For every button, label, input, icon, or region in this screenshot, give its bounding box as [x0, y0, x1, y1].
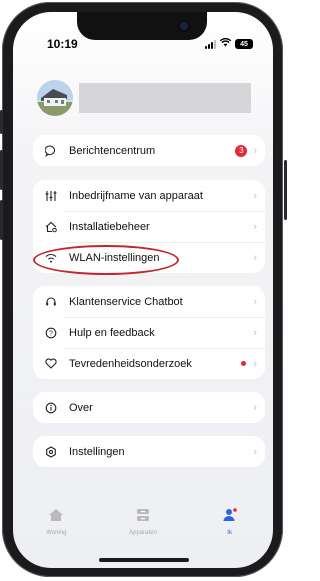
home-indicator — [99, 558, 189, 562]
menu-item-inbedrijfname[interactable]: Inbedrijfname van apparaat › — [33, 180, 265, 211]
tab-woning[interactable]: Woning — [21, 508, 91, 568]
chevron-right-icon: › — [253, 144, 257, 157]
menu-item-label: Over — [69, 401, 93, 414]
menu-item-label: Klantenservice Chatbot — [69, 295, 183, 308]
chevron-right-icon: › — [253, 251, 257, 264]
menu-item-instellingen[interactable]: Instellingen › — [33, 436, 265, 467]
status-icons: 45 — [205, 37, 253, 50]
chevron-right-icon: › — [253, 295, 257, 308]
chevron-right-icon: › — [253, 326, 257, 339]
tab-ik[interactable]: Ik — [195, 508, 265, 568]
person-icon — [222, 508, 238, 527]
tab-label: Woning — [46, 530, 67, 536]
tab-label: Apparaten — [129, 530, 157, 536]
app-screen: 10:19 45 Berichtencentrum 3 › Inbedrijfn… — [13, 12, 273, 568]
chevron-right-icon: › — [253, 401, 257, 414]
help-circle-icon: ? — [43, 325, 59, 341]
chevron-right-icon: › — [253, 357, 257, 370]
menu-item-label: WLAN-instellingen — [69, 251, 160, 264]
menu-item-tevredenheidsonderzoek[interactable]: Tevredenheidsonderzoek › — [33, 348, 265, 379]
info-icon — [43, 400, 59, 416]
chat-bubble-icon — [43, 143, 59, 159]
chevron-right-icon: › — [253, 189, 257, 202]
wifi-status-icon — [219, 37, 232, 50]
signal-icon — [205, 39, 216, 49]
menu-item-label: Installatiebeheer — [69, 220, 150, 233]
chevron-right-icon: › — [253, 445, 257, 458]
menu-item-label: Inbedrijfname van apparaat — [69, 189, 203, 202]
card-about: Over › — [33, 392, 265, 423]
menu-item-label: Hulp en feedback — [69, 326, 155, 339]
menu-item-installatiebeheer[interactable]: Installatiebeheer › — [33, 211, 265, 242]
notch — [77, 12, 207, 40]
wifi-icon — [43, 250, 59, 266]
sliders-icon — [43, 188, 59, 204]
menu-item-hulp-en-feedback[interactable]: ? Hulp en feedback › — [33, 317, 265, 348]
menu-item-label: Tevredenheidsonderzoek — [69, 357, 192, 370]
chevron-right-icon: › — [253, 220, 257, 233]
menu-item-klantenservice-chatbot[interactable]: Klantenservice Chatbot › — [33, 286, 265, 317]
headset-icon — [43, 294, 59, 310]
house-gear-icon — [43, 219, 59, 235]
devices-icon — [135, 508, 151, 527]
tab-label: Ik — [227, 530, 232, 536]
notification-badge: 3 — [235, 144, 248, 157]
svg-text:?: ? — [49, 330, 53, 337]
card-messages: Berichtencentrum 3 › — [33, 135, 265, 166]
home-icon — [48, 508, 64, 527]
menu-item-wlan-instellingen[interactable]: WLAN-instellingen › — [33, 242, 265, 273]
settings-icon — [43, 444, 59, 460]
avatar[interactable] — [37, 80, 73, 116]
heart-icon — [43, 356, 59, 372]
volume-up-button — [0, 150, 3, 190]
menu-item-label: Berichtencentrum — [69, 144, 156, 157]
card-support: Klantenservice Chatbot › ? Hulp en feedb… — [33, 286, 265, 379]
status-time: 10:19 — [47, 37, 78, 51]
camera-icon — [180, 22, 188, 30]
user-name-redacted — [79, 83, 251, 113]
mute-switch — [0, 110, 3, 134]
menu-item-over[interactable]: Over › — [33, 392, 265, 423]
unread-dot — [241, 361, 247, 366]
battery-icon: 45 — [235, 39, 253, 49]
card-settings: Instellingen › — [33, 436, 265, 467]
volume-down-button — [0, 200, 3, 240]
menu-item-berichtencentrum[interactable]: Berichtencentrum 3 › — [33, 135, 265, 166]
power-button — [284, 160, 287, 220]
menu-item-label: Instellingen — [69, 445, 125, 458]
profile-header[interactable] — [37, 80, 251, 116]
card-device-setup: Inbedrijfname van apparaat › Installatie… — [33, 180, 265, 273]
